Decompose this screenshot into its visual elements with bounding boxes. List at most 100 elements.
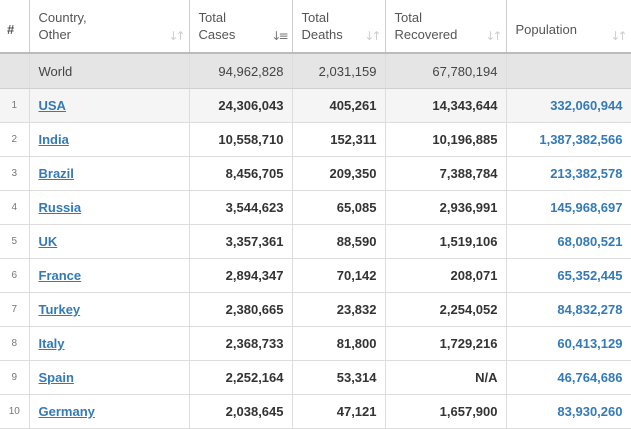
total-cases-cell: 2,380,665: [189, 292, 293, 327]
world-total-cases: 94,962,828: [189, 53, 293, 89]
population-cell: 332,060,944: [506, 88, 631, 123]
country-link[interactable]: India: [39, 132, 69, 147]
rank-cell: 5: [0, 224, 30, 259]
total-cases-cell: 2,368,733: [189, 326, 293, 361]
total-cases-cell: 3,544,623: [189, 190, 293, 225]
rank-cell: 10: [0, 394, 30, 429]
country-link[interactable]: UK: [39, 234, 58, 249]
header-population[interactable]: Population ↓↑: [506, 0, 631, 54]
population-cell: 145,968,697: [506, 190, 631, 225]
country-link[interactable]: Turkey: [39, 302, 81, 317]
country-link[interactable]: Italy: [39, 336, 65, 351]
country-link[interactable]: Russia: [39, 200, 82, 215]
sort-icon[interactable]: ↓↑: [364, 29, 381, 43]
table-row: 5 UK 3,357,361 88,590 1,519,106 68,080,521: [0, 224, 631, 259]
header-country-label: Country, Other: [38, 10, 87, 42]
world-rank-cell: [0, 53, 30, 89]
country-cell: Italy: [29, 326, 190, 361]
total-deaths-cell: 65,085: [292, 190, 386, 225]
country-cell: France: [29, 258, 190, 293]
table-row: 8 Italy 2,368,733 81,800 1,729,216 60,413,129: [0, 326, 631, 361]
table-row: 3 Brazil 8,456,705 209,350 7,388,784 213,382,…: [0, 156, 631, 191]
world-label: World: [29, 53, 190, 89]
population-cell: 1,387,382,566: [506, 122, 631, 157]
country-link[interactable]: Germany: [39, 404, 95, 419]
total-recovered-cell: 1,519,106: [385, 224, 507, 259]
covid-stats-table: # Country, Other ↓↑ Total Cases ↓≡ Total…: [0, 0, 631, 429]
country-cell: Russia: [29, 190, 190, 225]
table-row: 2 India 10,558,710 152,311 10,196,885 1,387,3…: [0, 122, 631, 157]
world-total-recovered: 67,780,194: [385, 53, 507, 89]
total-deaths-cell: 53,314: [292, 360, 386, 395]
country-cell: USA: [29, 88, 190, 123]
world-population: [506, 53, 631, 89]
header-total-deaths[interactable]: Total Deaths ↓↑: [292, 0, 386, 54]
population-cell: 46,764,686: [506, 360, 631, 395]
sort-desc-icon[interactable]: ↓≡: [271, 29, 288, 43]
header-rank-label: #: [7, 22, 15, 37]
country-cell: Turkey: [29, 292, 190, 327]
rank-cell: 4: [0, 190, 30, 225]
total-recovered-cell: 1,729,216: [385, 326, 507, 361]
table-row: 9 Spain 2,252,164 53,314 N/A 46,764,686: [0, 360, 631, 395]
total-recovered-cell: 2,936,991: [385, 190, 507, 225]
country-cell: Brazil: [29, 156, 190, 191]
total-recovered-cell: 2,254,052: [385, 292, 507, 327]
total-deaths-cell: 70,142: [292, 258, 386, 293]
total-recovered-cell: 208,071: [385, 258, 507, 293]
rank-cell: 2: [0, 122, 30, 157]
total-deaths-cell: 405,261: [292, 88, 386, 123]
rank-cell: 8: [0, 326, 30, 361]
population-cell: 213,382,578: [506, 156, 631, 191]
country-cell: India: [29, 122, 190, 157]
table-row: 10 Germany 2,038,645 47,121 1,657,900 83,930,…: [0, 394, 631, 429]
total-cases-cell: 2,252,164: [189, 360, 293, 395]
country-link[interactable]: Spain: [39, 370, 74, 385]
sort-icon[interactable]: ↓↑: [610, 29, 627, 43]
sort-icon[interactable]: ↓↑: [168, 29, 185, 43]
header-total-recovered[interactable]: Total Recovered ↓↑: [385, 0, 507, 54]
total-deaths-cell: 209,350: [292, 156, 386, 191]
sort-icon[interactable]: ↓↑: [485, 29, 502, 43]
total-cases-cell: 2,038,645: [189, 394, 293, 429]
population-cell: 60,413,129: [506, 326, 631, 361]
population-cell: 84,832,278: [506, 292, 631, 327]
table-row: 7 Turkey 2,380,665 23,832 2,254,052 84,832,27…: [0, 292, 631, 327]
country-cell: Spain: [29, 360, 190, 395]
table-header: # Country, Other ↓↑ Total Cases ↓≡ Total…: [0, 0, 631, 54]
total-cases-cell: 8,456,705: [189, 156, 293, 191]
rank-cell: 1: [0, 88, 30, 123]
total-recovered-cell: 10,196,885: [385, 122, 507, 157]
total-cases-cell: 10,558,710: [189, 122, 293, 157]
table-body: World 94,962,828 2,031,159 67,780,194 1U…: [0, 53, 631, 429]
total-recovered-cell: 7,388,784: [385, 156, 507, 191]
total-deaths-cell: 23,832: [292, 292, 386, 327]
total-cases-cell: 3,357,361: [189, 224, 293, 259]
total-cases-cell: 2,894,347: [189, 258, 293, 293]
country-link[interactable]: France: [39, 268, 82, 283]
header-row: # Country, Other ↓↑ Total Cases ↓≡ Total…: [0, 0, 631, 54]
world-total-deaths: 2,031,159: [292, 53, 386, 89]
total-cases-cell: 24,306,043: [189, 88, 293, 123]
total-deaths-cell: 88,590: [292, 224, 386, 259]
total-deaths-cell: 81,800: [292, 326, 386, 361]
population-cell: 68,080,521: [506, 224, 631, 259]
rank-cell: 9: [0, 360, 30, 395]
total-recovered-cell: 1,657,900: [385, 394, 507, 429]
total-deaths-cell: 152,311: [292, 122, 386, 157]
world-total-row: World 94,962,828 2,031,159 67,780,194: [0, 53, 631, 89]
population-cell: 65,352,445: [506, 258, 631, 293]
table-row: 1 USA 24,306,043 405,261 14,343,644 332,060,9…: [0, 88, 631, 123]
header-total-cases[interactable]: Total Cases ↓≡: [189, 0, 293, 54]
country-cell: UK: [29, 224, 190, 259]
country-link[interactable]: Brazil: [39, 166, 74, 181]
table-row: 6 France 2,894,347 70,142 208,071 65,352,445: [0, 258, 631, 293]
rank-cell: 6: [0, 258, 30, 293]
population-cell: 83,930,260: [506, 394, 631, 429]
header-rank: #: [0, 0, 30, 54]
rank-cell: 7: [0, 292, 30, 327]
country-link[interactable]: USA: [39, 98, 66, 113]
country-cell: Germany: [29, 394, 190, 429]
header-country[interactable]: Country, Other ↓↑: [29, 0, 190, 54]
rank-cell: 3: [0, 156, 30, 191]
